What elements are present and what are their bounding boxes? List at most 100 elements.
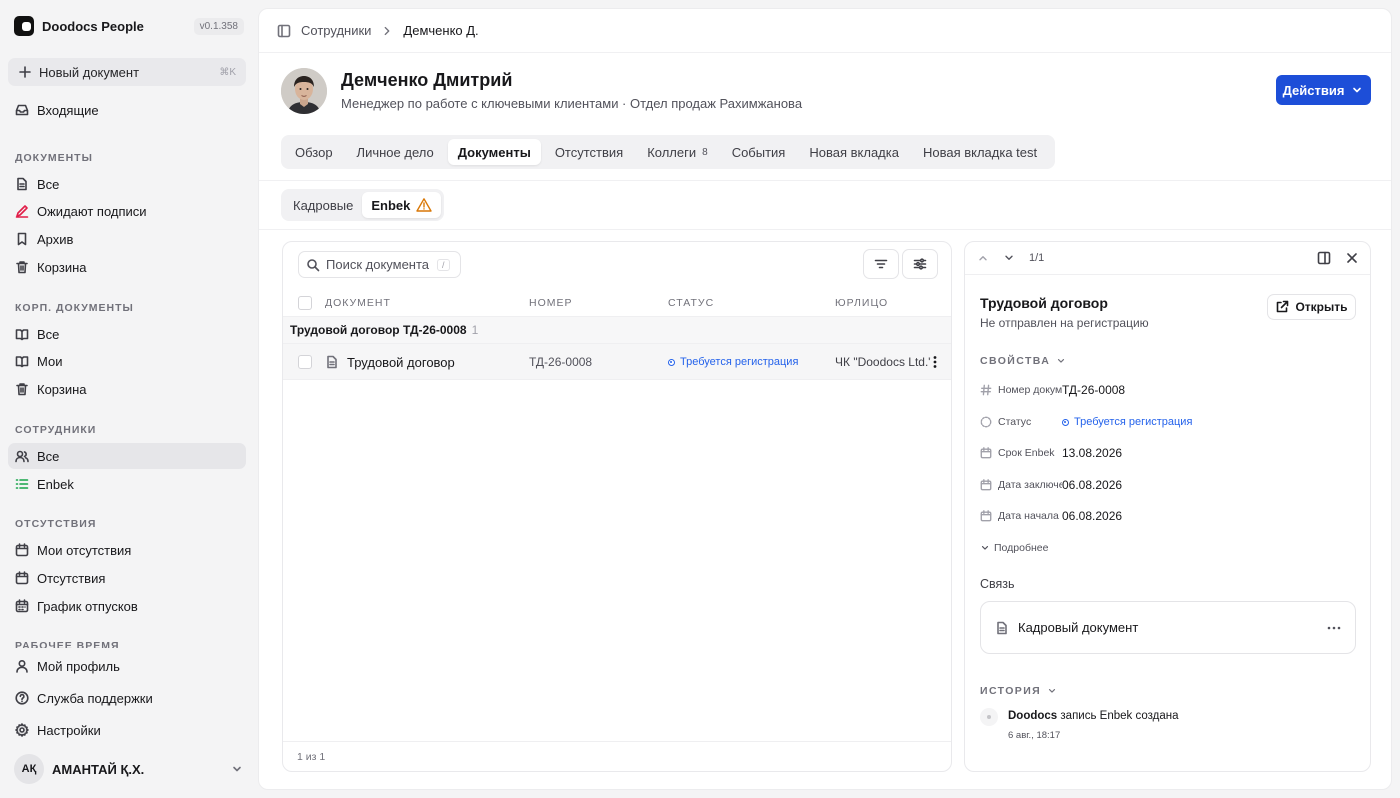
document-subtabs: Кадровые Enbek: [281, 189, 445, 221]
sidebar-item-enbek[interactable]: Enbek: [8, 471, 246, 497]
bookmark-icon: [17, 232, 27, 246]
chevron-down-icon[interactable]: [1003, 252, 1015, 264]
sidebar-item-my-absences[interactable]: Мои отсутствия: [8, 537, 246, 563]
property-value[interactable]: 06.08.2026: [1062, 509, 1122, 523]
subtab-enbek[interactable]: Enbek: [362, 192, 442, 218]
actions-button[interactable]: Действия: [1276, 75, 1371, 105]
tab-overview[interactable]: Обзор: [285, 139, 343, 165]
detail-toolbar: 1/1: [965, 242, 1370, 275]
property-status: Статус Требуется регистрация: [980, 412, 1350, 432]
sidebar-item-employees-all[interactable]: Все: [8, 443, 246, 469]
select-all-checkbox[interactable]: [298, 296, 312, 310]
employee-tabs: Обзор Личное дело Документы Отсутствия К…: [281, 135, 1056, 169]
table-group-header[interactable]: Трудовой договор ТД-26-0008 1: [283, 316, 951, 344]
sidebar-item-vacation-schedule[interactable]: График отпусков: [8, 593, 246, 619]
brand[interactable]: Doodocs People v0.1.358: [14, 16, 244, 36]
property-value[interactable]: 06.08.2026: [1062, 478, 1122, 492]
more-vertical-icon: [933, 356, 937, 368]
new-document-button[interactable]: Новый документ ⌘K: [8, 58, 246, 86]
sidebar-item-support[interactable]: Служба поддержки: [8, 685, 246, 711]
document-icon: [997, 621, 1007, 634]
chevron-down-icon: [233, 766, 241, 772]
tab-label: Обзор: [295, 144, 333, 160]
sidebar-item-inbox[interactable]: Входящие: [8, 97, 246, 123]
sidebar-toggle-icon[interactable]: [277, 24, 291, 38]
sidebar-item-archive[interactable]: Архив: [8, 226, 246, 252]
tab-events[interactable]: События: [722, 139, 796, 165]
sidebar-item-label: Мой профиль: [37, 658, 120, 674]
column-status[interactable]: СТАТУС: [668, 297, 714, 309]
calendar-icon: [15, 543, 29, 557]
app-logo: [14, 16, 34, 36]
linked-document-card[interactable]: Кадровый документ: [980, 601, 1356, 654]
section-documents: ДОКУМЕНТЫ: [15, 152, 93, 164]
sidebar-item-label: Ожидают подписи: [37, 203, 147, 219]
calendar-icon: [980, 447, 992, 459]
table-row[interactable]: Трудовой договор ТД-26-0008 Требуется ре…: [283, 344, 951, 380]
user-menu[interactable]: AҚ АМАНТАЙ Қ.Х.: [14, 754, 244, 784]
sidebar-item-my-profile[interactable]: Мой профиль: [8, 653, 246, 679]
breadcrumb-employees[interactable]: Сотрудники: [301, 23, 371, 38]
sidebar-item-absences[interactable]: Отсутствия: [8, 565, 246, 591]
column-number[interactable]: НОМЕР: [529, 297, 573, 309]
documents-table-panel: / ДОКУМЕНТ НОМЕР СТАТУС ЮРЛИЦО Трудовой …: [282, 241, 952, 772]
external-link-icon: [1277, 300, 1289, 313]
tab-personal-file[interactable]: Личное дело: [347, 139, 444, 165]
tab-label: Новая вкладка test: [922, 144, 1038, 160]
sidebar-item-trash[interactable]: Корзина: [8, 254, 246, 280]
sidebar-item-label: Мои отсутствия: [37, 542, 132, 558]
subtab-label: Enbek: [371, 197, 411, 213]
sidebar-item-label: Все: [37, 176, 60, 192]
property-value[interactable]: 13.08.2026: [1062, 446, 1122, 460]
sidebar-item-settings[interactable]: Настройки: [8, 717, 246, 743]
sidebar-item-corp-all[interactable]: Все: [8, 321, 246, 347]
more-horizontal-icon[interactable]: [1327, 626, 1341, 630]
cell-number: ТД-26-0008: [529, 355, 593, 369]
open-label: Открыть: [1295, 300, 1348, 314]
chevron-down-icon: [981, 546, 989, 550]
tab-new-test[interactable]: Новая вкладка test: [913, 139, 1047, 165]
sidebar-item-label: Enbek: [37, 476, 74, 492]
filter-icon: [874, 259, 888, 269]
open-button[interactable]: Открыть: [1267, 294, 1356, 320]
shortcut-hint: ⌘K: [219, 66, 236, 78]
tab-new[interactable]: Новая вкладка: [799, 139, 909, 165]
tab-absences[interactable]: Отсутствия: [545, 139, 633, 165]
more-details-toggle[interactable]: Подробнее: [980, 542, 1048, 554]
tab-colleagues[interactable]: Коллеги 8: [637, 139, 717, 165]
book-icon: [15, 329, 29, 341]
section-title: ИСТОРИЯ: [980, 685, 1042, 697]
subtab-hr[interactable]: Кадровые: [284, 192, 362, 218]
close-icon[interactable]: [1345, 251, 1359, 265]
sidebar-item-label: График отпусков: [37, 598, 138, 614]
chevron-down-icon: [1058, 359, 1065, 363]
breadcrumb-current: Демченко Д.: [403, 23, 479, 38]
users-icon: [15, 450, 29, 463]
search-input[interactable]: [326, 257, 431, 272]
sidebar-item-corp-mine[interactable]: Мои: [8, 348, 246, 374]
column-document[interactable]: ДОКУМЕНТ: [325, 297, 391, 309]
row-checkbox[interactable]: [298, 355, 312, 369]
property-value[interactable]: ТД-26-0008: [1062, 383, 1125, 397]
pager: 1/1: [1029, 252, 1045, 264]
tab-label: Личное дело: [356, 144, 434, 160]
filter-button[interactable]: [863, 249, 899, 279]
chevron-up-icon[interactable]: [977, 252, 989, 264]
list-icon: [15, 479, 29, 489]
property-key: Статус: [998, 416, 1032, 428]
sidebar-item-documents-all[interactable]: Все: [8, 171, 246, 197]
tab-documents[interactable]: Документы: [447, 139, 541, 165]
actions-label: Действия: [1282, 82, 1345, 98]
main-panel: Сотрудники Демченко Д. Демченко Дмитрий …: [258, 8, 1392, 790]
tab-label: События: [731, 144, 786, 160]
column-entity[interactable]: ЮРЛИЦО: [835, 297, 888, 309]
book-icon: [15, 356, 29, 368]
history-section-toggle[interactable]: ИСТОРИЯ: [980, 685, 1057, 697]
properties-section-toggle[interactable]: СВОЙСТВА: [980, 355, 1066, 367]
view-settings-button[interactable]: [902, 249, 938, 279]
sidebar-item-awaiting-signature[interactable]: Ожидают подписи: [8, 198, 246, 224]
sidebar-item-corp-trash[interactable]: Корзина: [8, 376, 246, 402]
panel-layout-icon[interactable]: [1317, 251, 1331, 265]
row-menu-button[interactable]: [933, 344, 937, 380]
status-badge[interactable]: Требуется регистрация: [1062, 416, 1192, 428]
